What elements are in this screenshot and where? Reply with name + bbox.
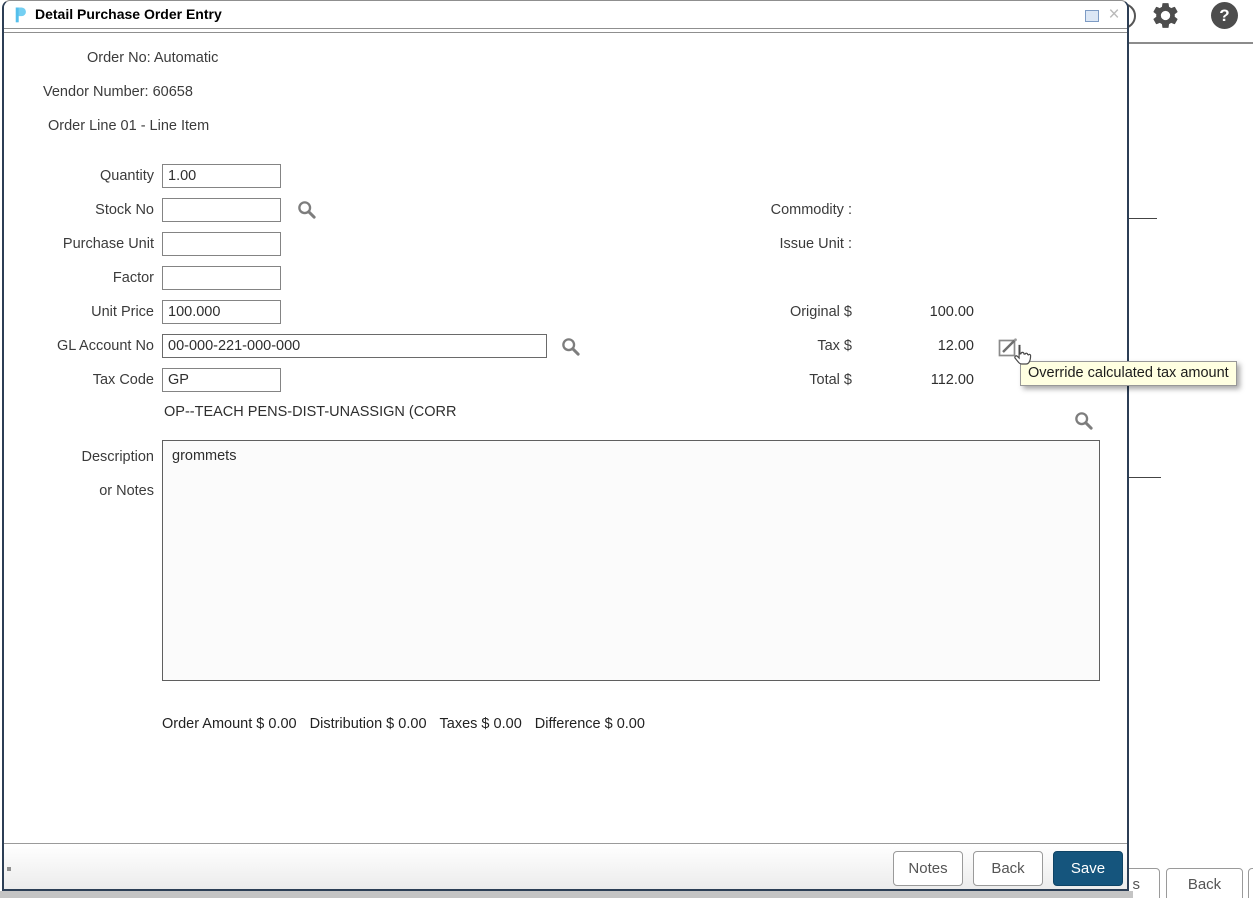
maximize-icon[interactable] — [1085, 10, 1099, 22]
modal-shadow — [0, 891, 1133, 898]
quantity-label: Quantity — [4, 164, 154, 188]
background-header-divider — [1129, 42, 1253, 44]
stock-no-input[interactable] — [162, 198, 281, 222]
order-no-line: Order No: Automatic — [87, 50, 218, 66]
original-amount-label: Original $ — [702, 303, 852, 321]
quantity-input[interactable] — [162, 164, 281, 188]
dialog-footer: Notes Back Save — [4, 843, 1127, 889]
tax-amount-value: 12.00 — [854, 337, 974, 355]
back-button[interactable]: Back — [973, 851, 1043, 886]
gl-account-search-icon[interactable] — [560, 336, 581, 357]
distribution-total: Distribution $ 0.00 — [310, 716, 427, 732]
background-back-button[interactable]: Back — [1166, 868, 1243, 898]
purchase-unit-label: Purchase Unit — [4, 232, 154, 256]
gear-icon[interactable] — [1150, 0, 1181, 31]
save-button[interactable]: Save — [1053, 851, 1123, 886]
app-logo-icon — [13, 6, 28, 24]
gl-account-input[interactable] — [162, 334, 547, 358]
gl-account-description: OP--TEACH PENS-DIST-UNASSIGN (CORR — [164, 404, 456, 420]
purchase-unit-input[interactable] — [162, 232, 281, 256]
background-line — [1129, 218, 1157, 219]
description-label-line2: or Notes — [4, 479, 154, 503]
summary-totals: Order Amount $ 0.00 Distribution $ 0.00 … — [162, 716, 645, 732]
close-icon[interactable]: × — [1105, 3, 1123, 27]
hand-cursor-icon — [1009, 342, 1034, 370]
vendor-number-line: Vendor Number: 60658 — [43, 84, 193, 100]
factor-input[interactable] — [162, 266, 281, 290]
tax-amount-label: Tax $ — [702, 337, 852, 355]
description-notes-textarea[interactable]: grommets — [162, 440, 1100, 681]
background-line — [1129, 477, 1161, 478]
detail-purchase-order-entry-dialog: Detail Purchase Order Entry × Order No: … — [2, 0, 1129, 891]
dialog-title: Detail Purchase Order Entry — [35, 6, 222, 22]
notes-button[interactable]: Notes — [893, 851, 963, 886]
titlebar-groove — [4, 32, 1127, 33]
commodity-label: Commodity : — [702, 201, 852, 219]
total-amount-value: 112.00 — [854, 371, 974, 389]
unit-price-label: Unit Price — [4, 300, 154, 324]
taxes-total: Taxes $ 0.00 — [440, 716, 522, 732]
tax-code-label: Tax Code — [4, 368, 154, 392]
description-search-icon[interactable] — [1073, 410, 1094, 431]
order-amount-total: Order Amount $ 0.00 — [162, 716, 297, 732]
factor-label: Factor — [4, 266, 154, 290]
help-icon[interactable]: ? — [1211, 2, 1238, 29]
issue-unit-label: Issue Unit : — [702, 235, 852, 253]
gl-account-label: GL Account No — [4, 334, 154, 358]
total-amount-label: Total $ — [702, 371, 852, 389]
difference-total: Difference $ 0.00 — [535, 716, 645, 732]
original-amount-value: 100.00 — [854, 303, 974, 321]
unit-price-input[interactable] — [162, 300, 281, 324]
stock-no-label: Stock No — [4, 198, 154, 222]
dialog-titlebar: Detail Purchase Order Entry × — [4, 1, 1127, 29]
resize-dot — [7, 867, 11, 871]
screen: ? s Back Detail Purchase Order Entry × O… — [0, 0, 1253, 898]
tax-code-input[interactable] — [162, 368, 281, 392]
description-label-line1: Description — [4, 445, 154, 469]
override-tax-tooltip: Override calculated tax amount — [1020, 361, 1237, 386]
background-partial-button-edge — [1248, 868, 1253, 898]
order-line-line: Order Line 01 - Line Item — [48, 118, 209, 134]
stock-no-search-icon[interactable] — [296, 199, 317, 220]
